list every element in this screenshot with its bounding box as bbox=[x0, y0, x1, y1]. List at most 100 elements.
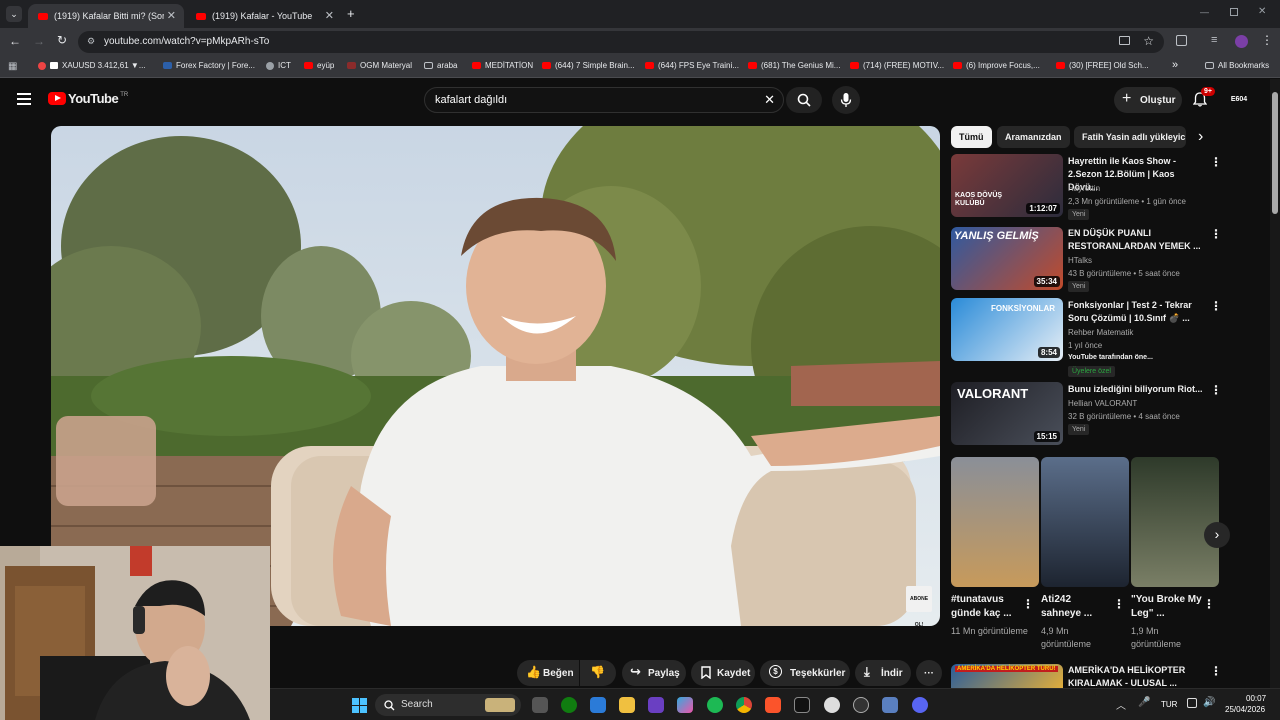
chips-next-icon[interactable]: › bbox=[1198, 128, 1203, 146]
related-thumbnail[interactable]: FONKSİYONLAR 8:54 bbox=[951, 298, 1063, 361]
search-button[interactable] bbox=[786, 87, 822, 113]
reading-list-icon[interactable]: ≡ bbox=[1211, 34, 1217, 46]
hamburger-menu-icon[interactable] bbox=[17, 93, 31, 105]
input-language[interactable]: TUR bbox=[1161, 700, 1177, 709]
close-tab-icon[interactable]: ✕ bbox=[325, 9, 334, 22]
video-options-icon[interactable]: ⋮ bbox=[1210, 664, 1222, 678]
chip-all[interactable]: Tümü bbox=[951, 126, 992, 148]
channel-name[interactable]: Rehber Matematik bbox=[1068, 328, 1133, 337]
obs-icon[interactable] bbox=[853, 697, 869, 713]
tab-active[interactable]: (1919) Kafalar Bitti mi? (Soru-Ce ✕ bbox=[28, 4, 184, 28]
short-thumbnail[interactable] bbox=[951, 457, 1039, 587]
related-thumbnail[interactable]: AMERİKA'DA HELİKOPTER TURU! bbox=[951, 664, 1063, 688]
cast-icon[interactable] bbox=[1119, 36, 1130, 45]
short-title[interactable]: #tunatavus günde kaç ... bbox=[951, 593, 1023, 621]
tray-overflow-icon[interactable]: ︿ bbox=[1116, 697, 1126, 712]
apps-grid-icon[interactable]: ▦ bbox=[8, 61, 17, 72]
channel-name[interactable]: HTalks bbox=[1068, 256, 1092, 265]
address-bar[interactable]: ⚙ youtube.com/watch?v=pMkpARh-sTo ☆ bbox=[78, 31, 1164, 53]
related-title[interactable]: EN DÜŞÜK PUANLI bbox=[1068, 227, 1204, 240]
copilot-app-icon[interactable] bbox=[677, 697, 693, 713]
close-window-icon[interactable]: ✕ bbox=[1258, 6, 1266, 17]
notifications-button[interactable]: 9+ bbox=[1192, 87, 1215, 110]
bookmark-item[interactable]: (644) 7 Simple Brain... bbox=[542, 61, 635, 70]
like-button[interactable]: 👍 Beğen bbox=[517, 660, 579, 686]
short-title[interactable]: Ati242 sahneye ... bbox=[1041, 593, 1113, 621]
bookmark-item[interactable]: Forex Factory | Fore... bbox=[163, 61, 255, 70]
video-options-icon[interactable]: ⋮ bbox=[1210, 227, 1222, 241]
related-title-line2[interactable]: Soru Çözümü | 10.Sınıf 💣 ... bbox=[1068, 312, 1204, 325]
video-options-icon[interactable]: ⋮ bbox=[1210, 383, 1222, 397]
clear-search-icon[interactable]: ✕ bbox=[764, 92, 775, 108]
tab-list-icon[interactable]: ⌄ bbox=[6, 6, 22, 22]
store-app-icon[interactable] bbox=[590, 697, 606, 713]
voice-search-button[interactable] bbox=[832, 86, 860, 114]
related-title[interactable]: Fonksiyonlar | Test 2 - Tekrar bbox=[1068, 299, 1204, 312]
tab-youtube[interactable]: (1919) Kafalar - YouTube ✕ bbox=[186, 4, 342, 28]
video-options-icon[interactable]: ⋮ bbox=[1210, 299, 1222, 313]
close-tab-icon[interactable]: ✕ bbox=[167, 9, 176, 22]
restore-window-icon[interactable] bbox=[1230, 8, 1238, 16]
chip-from-search[interactable]: Aramanızdan bbox=[997, 126, 1070, 148]
discord-icon[interactable] bbox=[912, 697, 928, 713]
browser-menu-icon[interactable]: ⋮ bbox=[1261, 33, 1273, 47]
related-title[interactable]: Hayrettin ile Kaos Show - bbox=[1068, 155, 1204, 168]
youtube-logo[interactable]: YouTube TR bbox=[48, 91, 128, 106]
video-options-icon[interactable]: ⋮ bbox=[1210, 155, 1222, 169]
clock-date[interactable]: 25/04/2026 bbox=[1225, 705, 1265, 714]
bookmark-folder[interactable]: araba bbox=[424, 61, 457, 70]
related-thumbnail[interactable]: VALORANT 15:15 bbox=[951, 382, 1063, 445]
shorts-next-button[interactable]: › bbox=[1204, 522, 1230, 548]
minimize-window-icon[interactable]: — bbox=[1200, 7, 1209, 17]
bookmark-item[interactable]: ICT bbox=[266, 61, 291, 70]
extensions-icon[interactable] bbox=[1176, 35, 1187, 46]
bookmark-item[interactable]: (644) FPS Eye Traini... bbox=[645, 61, 739, 70]
spotify-icon[interactable] bbox=[707, 697, 723, 713]
profile-avatar-icon[interactable] bbox=[1235, 35, 1248, 48]
create-button[interactable]: + Oluştur bbox=[1114, 87, 1182, 113]
tradingview-icon[interactable] bbox=[794, 697, 810, 713]
brave-icon[interactable] bbox=[765, 697, 781, 713]
bookmark-item[interactable]: (6) Improve Focus,... bbox=[953, 61, 1040, 70]
scrollbar-thumb[interactable] bbox=[1272, 92, 1278, 214]
dislike-button[interactable]: 👎 bbox=[580, 660, 616, 686]
share-button[interactable]: ↪ Paylaş bbox=[622, 660, 686, 686]
bookmark-item[interactable]: (714) (FREE) MOTIV... bbox=[850, 61, 944, 70]
settings-app-icon[interactable] bbox=[882, 697, 898, 713]
bookmark-item[interactable]: eyüp bbox=[304, 61, 334, 70]
download-button[interactable]: ⤓ İndir bbox=[855, 660, 911, 686]
subscribe-watermark[interactable]: ABONE OL! bbox=[906, 586, 932, 626]
bookmark-item[interactable]: MEDİTATİON bbox=[472, 61, 533, 70]
channel-name[interactable]: Hayrettin bbox=[1068, 184, 1100, 193]
short-thumbnail[interactable] bbox=[1131, 457, 1219, 587]
taskbar-search[interactable]: Search bbox=[375, 694, 521, 716]
reload-icon[interactable]: ↻ bbox=[57, 33, 67, 47]
related-title-line2[interactable]: RESTORANLARDAN YEMEK ... bbox=[1068, 240, 1204, 253]
site-info-icon[interactable]: ⚙ bbox=[87, 36, 95, 47]
bookmark-item[interactable]: (681) The Genius Mi... bbox=[748, 61, 840, 70]
bookmark-item[interactable]: OGM Materyal bbox=[347, 61, 412, 70]
chip-uploader[interactable]: Fatih Yasin adlı yükleyic bbox=[1074, 126, 1186, 148]
related-thumbnail[interactable]: YANLIŞ GELMİŞ 35:34 bbox=[951, 227, 1063, 290]
back-arrow-icon[interactable]: ← bbox=[9, 34, 21, 48]
bookmark-star-icon[interactable]: ☆ bbox=[1143, 34, 1154, 48]
channel-name[interactable]: Hellian VALORANT bbox=[1068, 399, 1137, 408]
related-thumbnail[interactable]: KAOS DÖVÜŞ KULÜBÜ 1:12:07 bbox=[951, 154, 1063, 217]
bookmarks-overflow-button[interactable]: » bbox=[1172, 59, 1178, 71]
bookmark-item[interactable]: XAUUSD 3.412,61 ▼... bbox=[38, 61, 146, 70]
search-input[interactable]: kafalart dağıldı ✕ bbox=[424, 87, 784, 113]
windows-start-icon[interactable] bbox=[352, 698, 367, 713]
short-options-icon[interactable]: ⋮ bbox=[1203, 597, 1215, 611]
related-title[interactable]: AMERİKA'DA HELİKOPTER bbox=[1068, 664, 1204, 677]
tray-mic-icon[interactable]: 🎤 bbox=[1138, 697, 1150, 708]
related-title[interactable]: Bunu izlediğini biliyorum Riot... bbox=[1068, 383, 1204, 396]
chatgpt-icon[interactable] bbox=[824, 697, 840, 713]
more-actions-button[interactable]: ··· bbox=[916, 660, 942, 686]
chrome-icon[interactable] bbox=[736, 697, 752, 713]
tray-volume-icon[interactable]: 🔊 bbox=[1203, 697, 1215, 708]
task-view-icon[interactable] bbox=[532, 697, 548, 713]
tray-network-icon[interactable] bbox=[1187, 698, 1197, 708]
purple-app-icon[interactable] bbox=[648, 697, 664, 713]
save-button[interactable]: Kaydet bbox=[691, 660, 755, 686]
short-title[interactable]: "You Broke My Leg" ... bbox=[1131, 593, 1203, 621]
